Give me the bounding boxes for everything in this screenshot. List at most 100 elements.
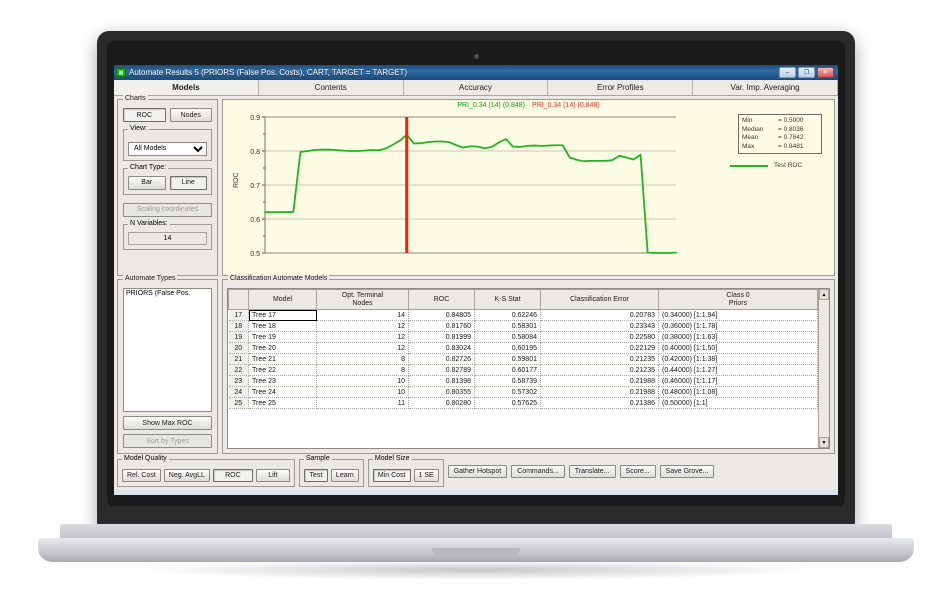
scroll-down-button[interactable]: ▼ (819, 437, 829, 448)
cell-opt-terminal-nodes: 12 (317, 321, 409, 332)
charts-panel: Charts ROC Nodes View: All Models (117, 99, 218, 276)
tab-error-profiles[interactable]: Error Profiles (548, 80, 693, 95)
cell-class0-priors: (0.34000) [1:1.94] (659, 310, 818, 321)
cell-roc: 0.82726 (409, 354, 475, 365)
cell-class0-priors: (0.50000) [1:1] (659, 398, 818, 409)
min-cost-button[interactable]: Min Cost (373, 469, 411, 482)
automate-types-list[interactable]: PRIORS (False Pos. (123, 288, 212, 412)
translate-button[interactable]: Translate... (569, 465, 616, 478)
minimize-button[interactable]: – (779, 67, 796, 78)
col-opt-terminal-nodes[interactable]: Opt. Terminal Nodes (317, 290, 409, 310)
col-class0-priors-line1: Class 0 (726, 292, 749, 299)
close-button[interactable]: ✕ (817, 67, 834, 78)
cell-class0-priors: (0.46000) [1:1.17] (659, 376, 818, 387)
col-classification-error[interactable]: Classification Error (541, 290, 659, 310)
chart-source-buttons: ROC Nodes (123, 108, 212, 122)
cell-model: Tree 20 (249, 343, 317, 354)
title-bar: ▦ Automate Results 5 (PRIORS (False Pos.… (114, 65, 838, 80)
table-row[interactable]: 22Tree 2280.827890.601770.21235(0.44000)… (229, 365, 818, 376)
col-index[interactable] (229, 290, 249, 310)
table-row[interactable]: 18Tree 18120.817600.583010.23343(0.36000… (229, 321, 818, 332)
lift-button[interactable]: Lift (256, 469, 290, 482)
bottom-section: Automate Types PRIORS (False Pos. Show M… (117, 279, 835, 454)
rel-cost-button[interactable]: Rel. Cost (122, 469, 161, 482)
cell-classification-error: 0.21988 (541, 376, 659, 387)
col-ks-stat[interactable]: K-S Stat (475, 290, 541, 310)
cell-opt-terminal-nodes: 10 (317, 387, 409, 398)
tab-bar: Models Contents Accuracy Error Profiles … (114, 80, 838, 96)
roc-chart-button[interactable]: ROC (123, 108, 166, 122)
svg-text:0.5: 0.5 (250, 251, 260, 258)
cell-opt-terminal-nodes: 10 (317, 376, 409, 387)
status-bar (114, 490, 838, 495)
stat-mean-label: Mean (742, 134, 778, 143)
score-button[interactable]: Score... (620, 465, 656, 478)
cell-class0-priors: (0.42000) [1:1.38] (659, 354, 818, 365)
table-row[interactable]: 19Tree 19120.819990.580840.22580(0.38000… (229, 332, 818, 343)
roc-quality-button[interactable]: ROC (213, 469, 253, 482)
table-row[interactable]: 24Tree 24100.803550.573020.21988(0.48000… (229, 387, 818, 398)
laptop-screen: ▦ Automate Results 5 (PRIORS (False Pos.… (114, 65, 838, 495)
cell-model: Tree 19 (249, 332, 317, 343)
cell-roc: 0.84805 (409, 310, 475, 321)
col-opt-terminal-nodes-line2: Nodes (352, 300, 372, 307)
tab-accuracy[interactable]: Accuracy (404, 80, 549, 95)
main-content: Charts ROC Nodes View: All Models (114, 96, 838, 457)
table-row[interactable]: 23Tree 23100.813980.587390.21988(0.46000… (229, 376, 818, 387)
cell-class0-priors: (0.44000) [1:1.27] (659, 365, 818, 376)
row-index: 22 (229, 365, 249, 376)
table-vertical-scrollbar[interactable]: ▲ ▼ (818, 289, 829, 448)
cell-classification-error: 0.21386 (541, 398, 659, 409)
row-index: 17 (229, 310, 249, 321)
neg-avgll-button[interactable]: Neg. AvgLL (164, 469, 210, 482)
table-row[interactable]: 17Tree 17140.848050.622460.20783(0.34000… (229, 310, 818, 321)
table-row[interactable]: 25Tree 25110.802800.576250.21386(0.50000… (229, 398, 818, 409)
learn-sample-button[interactable]: Learn (331, 469, 359, 482)
col-roc[interactable]: ROC (409, 290, 475, 310)
row-index: 23 (229, 376, 249, 387)
models-table: Model Opt. Terminal Nodes ROC K-S Stat (228, 289, 818, 409)
save-grove-button[interactable]: Save Grove... (660, 465, 715, 478)
tab-models[interactable]: Models (114, 80, 259, 95)
scroll-up-button[interactable]: ▲ (819, 289, 829, 300)
commands-button[interactable]: Commands... (511, 465, 565, 478)
stat-max-label: Max (742, 143, 778, 152)
scaling-coordinates-button: Scaling coordinates (123, 203, 212, 217)
n-variables-group: N Variables: 14 (123, 224, 212, 250)
tab-var-imp-averaging[interactable]: Var. Imp. Averaging (693, 80, 838, 95)
stat-min-value: = 0.5000 (778, 117, 803, 126)
maximize-button[interactable]: ❐ (798, 67, 815, 78)
gather-hotspot-button[interactable]: Gather Hotspot (448, 465, 507, 478)
cell-class0-priors: (0.38000) [1:1.63] (659, 332, 818, 343)
show-max-roc-button[interactable]: Show Max ROC (123, 416, 212, 430)
chart-type-group: Chart Type: Bar Line (123, 168, 212, 195)
model-quality-group: Model Quality Rel. Cost Neg. AvgLL ROC L… (117, 459, 295, 487)
test-sample-button[interactable]: Test (304, 469, 328, 482)
one-se-button[interactable]: 1 SE (414, 469, 439, 482)
table-body: 17Tree 17140.848050.622460.20783(0.34000… (229, 310, 818, 409)
cell-roc: 0.80355 (409, 387, 475, 398)
col-model[interactable]: Model (249, 290, 317, 310)
cell-classification-error: 0.22129 (541, 343, 659, 354)
cell-opt-terminal-nodes: 8 (317, 365, 409, 376)
model-size-legend: Model Size (373, 455, 412, 462)
bar-chart-button[interactable]: Bar (128, 176, 166, 190)
stat-min-label: Min (742, 117, 778, 126)
col-opt-terminal-nodes-line1: Opt. Terminal (342, 292, 384, 299)
svg-text:0.8: 0.8 (250, 149, 260, 156)
tab-contents[interactable]: Contents (259, 80, 404, 95)
row-index: 21 (229, 354, 249, 365)
cell-ks-stat: 0.60195 (475, 343, 541, 354)
line-chart-button[interactable]: Line (170, 176, 208, 190)
table-row[interactable]: 21Tree 2180.827260.598010.21235(0.42000)… (229, 354, 818, 365)
view-select[interactable]: All Models (128, 142, 207, 156)
webcam-icon (474, 54, 479, 59)
stat-median-label: Median (742, 126, 778, 135)
nodes-chart-button[interactable]: Nodes (170, 108, 213, 122)
cell-class0-priors: (0.48000) [1:1.08] (659, 387, 818, 398)
list-item[interactable]: PRIORS (False Pos. (126, 290, 209, 297)
sample-group: Sample Test Learn (299, 459, 364, 487)
cell-model: Tree 24 (249, 387, 317, 398)
col-class0-priors[interactable]: Class 0 Priors (659, 290, 818, 310)
table-row[interactable]: 20Tree 20120.830240.601950.22129(0.40000… (229, 343, 818, 354)
